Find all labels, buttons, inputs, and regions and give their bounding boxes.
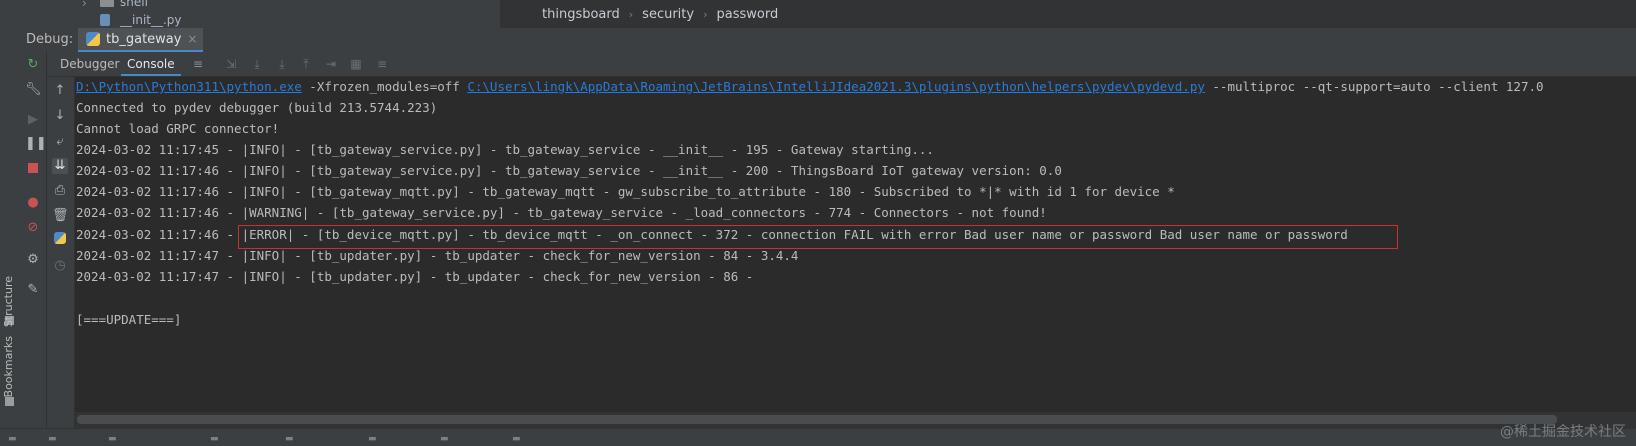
layout-icon[interactable]: ≡: [375, 57, 389, 71]
console-line: Cannot load GRPC connector!: [76, 121, 280, 136]
console-toolbar: ↑ ↓ ⤶ ⇊ ⎙ 🗑︎ ◷: [47, 77, 75, 445]
tool-icon[interactable]: ▬: [108, 434, 118, 444]
debug-header: Debug: tb_gateway ×: [0, 28, 1636, 53]
scroll-to-end-icon[interactable]: ⇊: [52, 158, 68, 174]
tool-icon[interactable]: ▬: [512, 434, 522, 444]
clear-all-icon[interactable]: 🗑︎: [52, 208, 69, 224]
tab-console[interactable]: Console: [121, 52, 181, 76]
error-highlight-box: [238, 225, 1398, 249]
console-line: 2024-03-02 11:17:45 - |INFO| - [tb_gatew…: [76, 142, 934, 157]
tool-window-tabs: Debugger Console ≡ ⇲ ⤓ ⤓ ⤒ ⇥ ▦ ≡: [47, 52, 1636, 77]
console-line: 2024-03-02 11:17:46 - |INFO| - [tb_gatew…: [76, 184, 1175, 199]
debug-session-label: tb_gateway: [106, 31, 182, 47]
settings-icon[interactable]: ⚙: [25, 252, 41, 268]
horizontal-scrollbar[interactable]: [75, 412, 1636, 428]
step-out-icon[interactable]: ⤒: [299, 57, 313, 71]
tree-item-shell[interactable]: shell: [120, 0, 148, 9]
breadcrumb: thingsboard › security › password: [500, 0, 1636, 28]
step-over-icon[interactable]: ⤓: [250, 57, 264, 71]
bookmark-icon: [5, 397, 14, 406]
tool-icon[interactable]: ▬: [440, 434, 450, 444]
expand-arrow-icon[interactable]: ›: [82, 0, 87, 10]
command-args: --multiproc --qt-support=auto --client 1…: [1204, 79, 1544, 94]
command-args: -Xfrozen_modules=off: [301, 79, 468, 94]
breadcrumb-item[interactable]: security: [642, 7, 694, 22]
console-output[interactable]: D:\Python\Python311\python.exe -Xfrozen_…: [75, 77, 1636, 412]
console-line: 2024-03-02 11:17:46 - |INFO| - [tb_gatew…: [76, 163, 1062, 178]
project-tree: › shell __init__.py: [0, 0, 500, 28]
tool-icon[interactable]: ▬: [285, 434, 295, 444]
mute-breakpoints-icon[interactable]: ⊘: [25, 220, 41, 236]
tool-icon[interactable]: ▬: [210, 434, 220, 444]
python-file-icon: [100, 14, 110, 26]
close-icon[interactable]: ×: [187, 32, 197, 46]
debug-label: Debug:: [26, 32, 74, 47]
scrollbar-thumb[interactable]: [77, 415, 1557, 424]
history-icon[interactable]: ◷: [52, 258, 68, 274]
menu-icon[interactable]: ≡: [191, 57, 205, 71]
bookmarks-tool-tab[interactable]: Bookmarks: [2, 336, 15, 397]
breadcrumb-item[interactable]: thingsboard: [542, 7, 620, 22]
command-line: D:\Python\Python311\python.exe -Xfrozen_…: [76, 79, 1544, 94]
console-line: Connected to pydev debugger (build 213.5…: [76, 100, 438, 115]
chevron-right-icon: ›: [628, 7, 634, 21]
show-execution-point-icon[interactable]: ⇲: [224, 57, 238, 71]
breadcrumb-item[interactable]: password: [716, 7, 778, 22]
step-into-icon[interactable]: ⤓: [275, 57, 289, 71]
console-line: 2024-03-02 11:17:47 - |INFO| - [tb_updat…: [76, 248, 799, 263]
console-line: 2024-03-02 11:17:47 - |INFO| - [tb_updat…: [76, 269, 754, 284]
structure-tool-tab[interactable]: Structure: [2, 276, 15, 327]
folder-icon: [100, 0, 114, 7]
wrench-icon[interactable]: 🔧︎: [25, 82, 42, 98]
pause-icon[interactable]: ❚❚: [25, 136, 47, 152]
python-console-icon[interactable]: [52, 232, 68, 248]
breakpoints-icon[interactable]: ●: [25, 195, 41, 211]
tool-icon[interactable]: ▬: [8, 434, 18, 444]
python-icon: [86, 32, 100, 46]
resume-icon[interactable]: ▶: [25, 112, 41, 128]
top-strip: › shell __init__.py thingsboard › securi…: [0, 0, 1636, 29]
chevron-right-icon: ›: [703, 7, 708, 21]
tool-icon[interactable]: ▬: [48, 434, 58, 444]
rerun-icon[interactable]: ↻: [25, 57, 41, 73]
print-icon[interactable]: ⎙: [52, 183, 68, 199]
scroll-up-icon[interactable]: ↑: [52, 83, 68, 99]
left-tool-strip: Structure Bookmarks: [0, 52, 21, 445]
soft-wrap-icon[interactable]: ⤶: [52, 134, 68, 150]
bottom-tool-strip: ▬ ▬ ▬ ▬ ▬ ▬ ▬ ▬: [0, 428, 1636, 446]
pydevd-link[interactable]: C:\Users\lingk\AppData\Roaming\JetBrains…: [467, 79, 1205, 94]
debug-session-tab[interactable]: tb_gateway ×: [78, 28, 204, 52]
run-to-cursor-icon[interactable]: ⇥: [324, 57, 338, 71]
tab-debugger[interactable]: Debugger: [54, 52, 125, 76]
watermark: @稀土掘金技术社区: [1500, 424, 1626, 440]
debug-side-toolbar: ↻ 🔧︎ ▶ ❚❚ ● ⊘ ⚙ ✎: [20, 52, 47, 445]
scroll-down-icon[interactable]: ↓: [52, 108, 68, 124]
tool-icon[interactable]: ▬: [368, 434, 378, 444]
python-exe-link[interactable]: D:\Python\Python311\python.exe: [76, 79, 302, 94]
stop-icon[interactable]: [25, 162, 41, 178]
pin-icon[interactable]: ✎: [25, 282, 41, 298]
console-line: 2024-03-02 11:17:46 - |WARNING| - [tb_ga…: [76, 205, 1047, 220]
console-line: [===UPDATE===]: [76, 312, 182, 327]
tree-item-init[interactable]: __init__.py: [120, 13, 182, 27]
evaluate-icon[interactable]: ▦: [349, 57, 363, 71]
